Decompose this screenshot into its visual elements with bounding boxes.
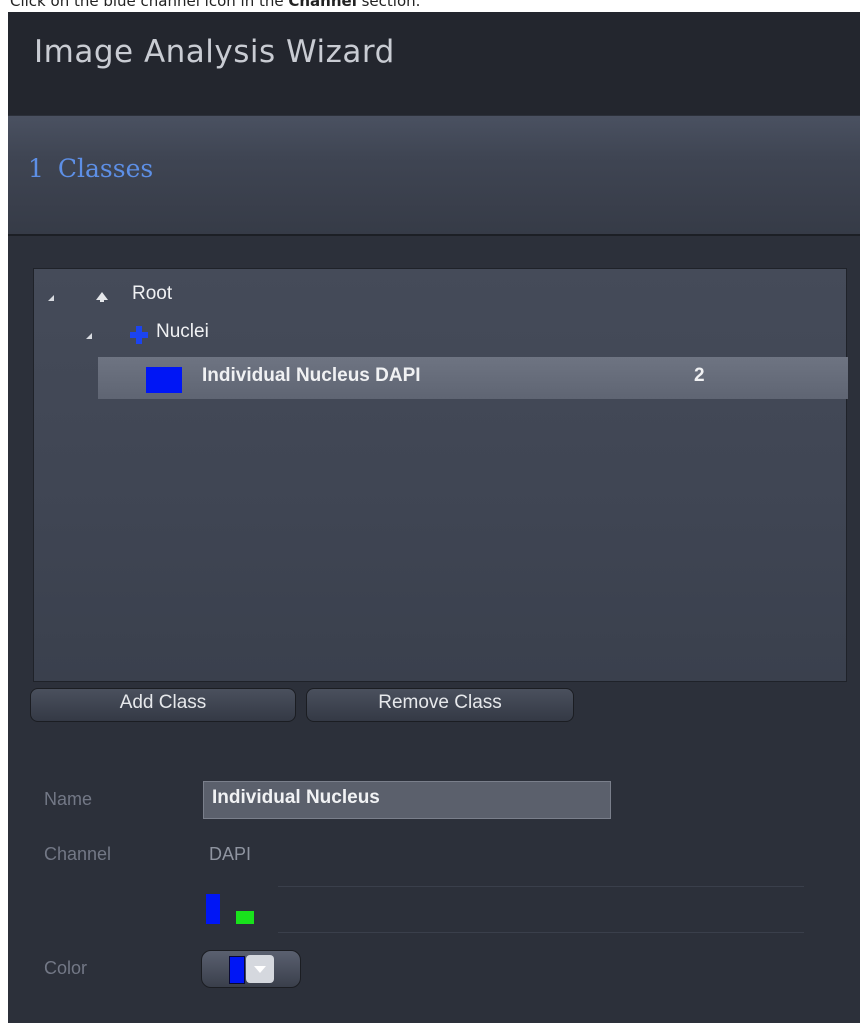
color-label: Color [44,958,88,978]
expand-arrow-icon[interactable] [86,333,92,339]
title-bar: Image Analysis Wizard [8,12,860,115]
instruction-suffix: section. [356,0,421,10]
tree-label-nuclei: Nuclei [156,321,209,342]
name-label: Name [44,789,93,809]
instruction-bold: Channel [288,0,357,10]
expand-arrow-icon[interactable] [48,295,54,301]
tree-label-class: Individual Nucleus DAPI [202,365,421,386]
name-field[interactable]: Individual Nucleus [203,781,611,819]
image-analysis-wizard-panel: Image Analysis Wizard 1 Classes Root Nucl… [8,12,860,1023]
class-color-swatch [146,367,182,393]
window-title: Image Analysis Wizard [34,34,395,70]
blue-channel-bar[interactable] [206,894,220,924]
tree-row-individual-nucleus[interactable]: Individual Nucleus DAPI 2 [98,357,848,399]
divider [278,932,804,933]
add-class-button[interactable]: Add Class [30,688,296,722]
divider [278,886,804,887]
up-arrow-icon [96,292,108,302]
channel-label: Channel [44,844,112,864]
step-label: Classes [57,154,154,183]
step-header[interactable]: 1 Classes [8,116,860,236]
blue-channel-icon[interactable] [204,892,264,926]
step-number: 1 [28,154,44,183]
plus-class-group-icon [130,326,148,344]
tree-row-root[interactable]: Root [34,281,846,313]
step-title: 1 Classes [28,154,153,183]
tree-row-nuclei[interactable]: Nuclei [34,319,846,351]
channel-value: DAPI [209,844,252,864]
color-picker-button[interactable] [201,950,301,988]
color-chip [229,956,245,984]
chevron-down-icon[interactable] [246,955,274,983]
instruction-prefix: Click on the blue channel icon in the [10,0,289,10]
class-count: 2 [694,365,705,386]
remove-class-button[interactable]: Remove Class [306,688,574,722]
green-channel-bar[interactable] [236,911,254,924]
class-tree[interactable]: Root Nuclei Individual Nucleus DAPI 2 [33,268,848,682]
instruction-text: Click on the blue channel icon in the Ch… [10,0,420,12]
tree-label-root: Root [132,283,173,304]
